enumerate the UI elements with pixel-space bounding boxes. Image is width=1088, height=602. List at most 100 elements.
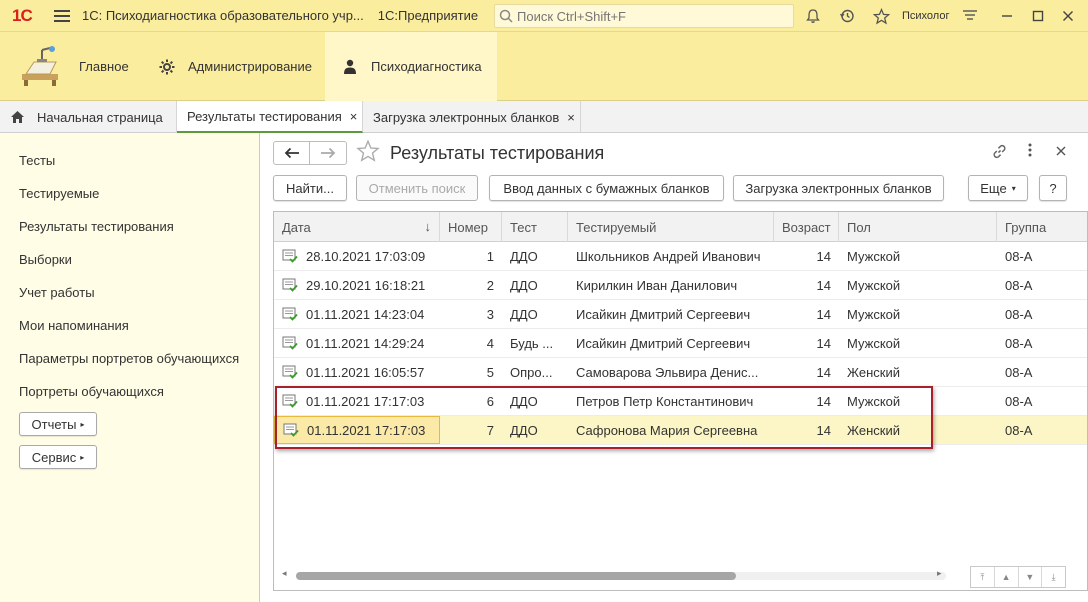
date-cell-text: 28.10.2021 17:03:09	[306, 248, 426, 264]
favorites-star-icon[interactable]	[871, 6, 891, 26]
minimize-icon[interactable]	[997, 6, 1017, 26]
help-button[interactable]: ?	[1039, 175, 1067, 201]
person-icon	[344, 59, 356, 74]
section-administration-label: Администрирование	[188, 59, 312, 74]
main-menu-icon[interactable]	[54, 9, 70, 22]
scroll-to-bottom-icon[interactable]: ⤓	[1042, 567, 1065, 587]
tab-electronic-blanks[interactable]: Загрузка электронных бланков ×	[363, 101, 581, 133]
nav-portrait-params[interactable]: Параметры портретов обучающихся	[19, 351, 239, 366]
sex-cell: Женский	[839, 416, 997, 444]
horizontal-scrollbar[interactable]	[296, 572, 946, 580]
section-psychodiagnostics[interactable]: Психодиагностика	[325, 32, 497, 101]
table-row[interactable]: 29.10.2021 16:18:21 2 ДДО Кирилкин Иван Дан…	[274, 271, 1087, 300]
favorite-star-icon[interactable]	[356, 139, 380, 169]
close-tab-icon[interactable]: ×	[567, 110, 575, 125]
table-row[interactable]: 28.10.2021 17:03:09 1 ДДО Школьников Андрей…	[274, 242, 1087, 271]
number-cell-text: 6	[486, 393, 494, 409]
more-button[interactable]: Еще ▾	[968, 175, 1028, 201]
column-sex[interactable]: Пол	[839, 212, 997, 242]
sex-cell: Мужской	[839, 300, 997, 328]
column-date[interactable]: Дата ↓	[274, 212, 440, 242]
nav-test-results[interactable]: Результаты тестирования	[19, 219, 174, 234]
date-cell: 29.10.2021 16:18:21	[274, 271, 440, 299]
table-row[interactable]: 01.11.2021 14:29:24 4 Будь ... Исайкин Дмит…	[274, 329, 1087, 358]
column-number[interactable]: Номер	[440, 212, 502, 242]
nav-examinees[interactable]: Тестируемые	[19, 186, 99, 201]
close-tab-icon[interactable]: ×	[350, 109, 358, 124]
posted-document-icon	[282, 278, 298, 292]
tab-test-results-label: Результаты тестирования	[187, 108, 342, 124]
date-cell-text: 29.10.2021 16:18:21	[306, 277, 426, 293]
age-cell-text: 14	[816, 335, 831, 351]
back-arrow-icon[interactable]	[274, 142, 311, 164]
nav-reminders[interactable]: Мои напоминания	[19, 318, 129, 333]
scrollbar-thumb[interactable]	[296, 572, 736, 580]
nav-portraits[interactable]: Портреты обучающихся	[19, 384, 164, 399]
settings-menu-icon[interactable]	[960, 6, 980, 26]
load-electronic-blanks-button[interactable]: Загрузка электронных бланков	[733, 175, 944, 201]
date-cell: 28.10.2021 17:03:09	[274, 242, 440, 270]
table-row[interactable]: 01.11.2021 14:23:04 3 ДДО Исайкин Дмитрий С…	[274, 300, 1087, 329]
column-date-label: Дата	[282, 219, 311, 235]
close-window-icon[interactable]	[1058, 6, 1078, 26]
service-button[interactable]: Сервис ▸	[19, 445, 97, 469]
current-user[interactable]: Психолог	[902, 10, 949, 22]
scroll-to-top-icon[interactable]: ⤒	[971, 567, 995, 587]
form-area: Результаты тестирования Найти... Отменит…	[261, 133, 1088, 602]
column-group[interactable]: Группа	[997, 212, 1087, 242]
examinee-cell: Петров Петр Константинович	[568, 387, 774, 415]
column-test[interactable]: Тест	[502, 212, 568, 242]
posted-document-icon	[282, 336, 298, 350]
cancel-search-button[interactable]: Отменить поиск	[356, 175, 478, 201]
table-row[interactable]: 01.11.2021 16:05:57 5 Опро... Самоварова Эл…	[274, 358, 1087, 387]
scroll-up-icon[interactable]: ▲	[995, 567, 1019, 587]
column-examinee[interactable]: Тестируемый	[568, 212, 774, 242]
maximize-icon[interactable]	[1028, 6, 1048, 26]
examinee-cell: Школьников Андрей Иванович	[568, 242, 774, 270]
section-main-label: Главное	[79, 59, 129, 74]
search-input[interactable]	[517, 8, 777, 24]
forward-arrow-icon[interactable]	[310, 142, 346, 164]
sex-cell: Женский	[839, 358, 997, 386]
bell-icon[interactable]	[803, 6, 823, 26]
number-cell: 5	[440, 358, 502, 386]
table-row[interactable]: 01.11.2021 17:17:03 7 ДДО Сафронова Мария С…	[274, 416, 1087, 445]
chevron-right-icon: ▸	[80, 419, 85, 429]
sex-cell-text: Женский	[847, 364, 900, 380]
posted-document-icon	[282, 307, 298, 321]
column-age[interactable]: Возраст	[774, 212, 839, 242]
section-panel: Главное Администрирование Психодиагности…	[0, 32, 1088, 101]
search-box[interactable]	[494, 4, 794, 28]
nav-work-log[interactable]: Учет работы	[19, 285, 95, 300]
age-cell-text: 14	[816, 393, 831, 409]
close-form-icon[interactable]	[1056, 143, 1066, 160]
examinee-cell-text: Исайкин Дмитрий Сергеевич	[576, 306, 751, 322]
age-cell: 14	[774, 416, 839, 444]
nav-tests[interactable]: Тесты	[19, 153, 55, 168]
paper-input-button[interactable]: Ввод данных с бумажных бланков	[489, 175, 724, 201]
test-cell: ДДО	[502, 300, 568, 328]
section-main[interactable]: Главное	[0, 32, 147, 101]
service-button-label: Сервис	[31, 449, 77, 465]
tab-test-results[interactable]: Результаты тестирования ×	[177, 101, 363, 133]
reports-button[interactable]: Отчеты ▸	[19, 412, 97, 436]
section-administration[interactable]: Администрирование	[147, 32, 325, 101]
desk-icon	[22, 46, 58, 86]
link-icon[interactable]	[991, 143, 1008, 164]
tab-home[interactable]: Начальная страница	[0, 101, 177, 133]
date-cell: 01.11.2021 17:17:03	[274, 416, 440, 444]
section-psychodiagnostics-label: Психодиагностика	[371, 59, 482, 74]
scroll-left-icon[interactable]: ◂	[282, 568, 287, 579]
scroll-right-icon[interactable]: ▸	[937, 568, 942, 579]
find-button[interactable]: Найти...	[273, 175, 347, 201]
examinee-cell-text: Самоварова Эльвира Денис...	[576, 364, 759, 380]
open-tabs-bar: Начальная страница Результаты тестирован…	[0, 101, 1088, 133]
nav-samples[interactable]: Выборки	[19, 252, 72, 267]
number-cell: 2	[440, 271, 502, 299]
history-icon[interactable]	[837, 6, 857, 26]
table-row[interactable]: 01.11.2021 17:17:03 6 ДДО Петров Петр Конст…	[274, 387, 1087, 416]
scroll-down-icon[interactable]: ▼	[1019, 567, 1043, 587]
reports-button-label: Отчеты	[31, 416, 77, 432]
more-actions-icon[interactable]	[1028, 143, 1032, 161]
date-cell-text: 01.11.2021 14:29:24	[306, 335, 425, 351]
